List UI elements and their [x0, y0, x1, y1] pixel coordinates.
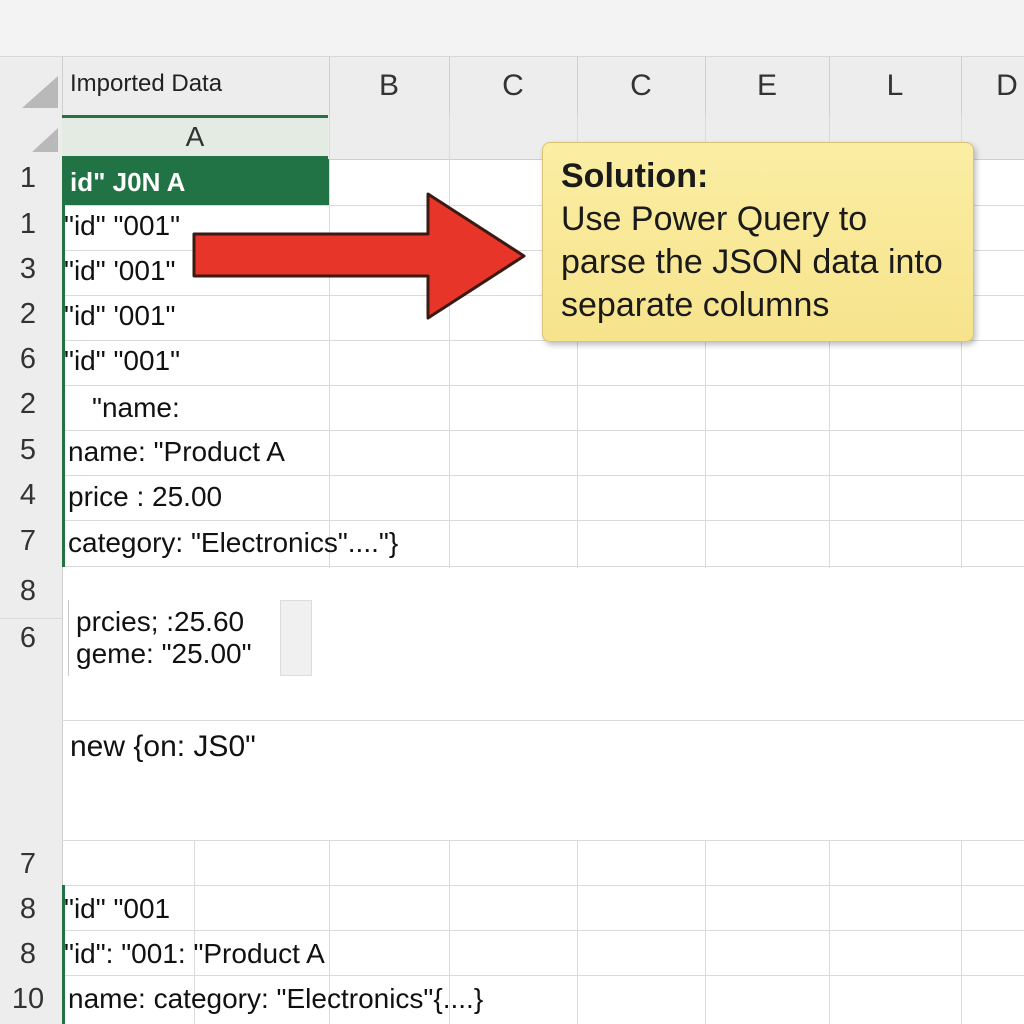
- grid-line: [62, 885, 1024, 886]
- grid-line: [62, 566, 1024, 567]
- column-header-e[interactable]: E: [706, 57, 828, 115]
- column-header-b[interactable]: B: [330, 57, 448, 115]
- grid-line: [68, 600, 69, 676]
- select-all-triangle-icon[interactable]: [22, 76, 58, 108]
- column-header-c[interactable]: C: [450, 57, 576, 115]
- row-number[interactable]: 5: [0, 434, 56, 467]
- row-number[interactable]: 8: [0, 893, 56, 926]
- row-number[interactable]: 1: [0, 208, 56, 241]
- arrow-right-icon: [192, 192, 526, 320]
- cell-a[interactable]: name: category: "Electronics"{....}: [68, 983, 483, 1015]
- cell-a[interactable]: "id" '001": [64, 255, 175, 287]
- new-json-cell[interactable]: new {on: JS0": [70, 730, 256, 764]
- row-number[interactable]: 7: [0, 525, 56, 558]
- row-number[interactable]: 3: [0, 253, 56, 286]
- select-all-triangle-icon[interactable]: [32, 128, 58, 152]
- callout-title: Solution:: [561, 157, 709, 195]
- row-number[interactable]: 1: [0, 162, 56, 195]
- row-number[interactable]: 8: [0, 575, 56, 608]
- grid-line: [62, 975, 1024, 976]
- row-number[interactable]: 6: [0, 622, 56, 655]
- callout-body: Use Power Query to parse the JSON data i…: [561, 200, 943, 324]
- grid-line: [62, 475, 1024, 476]
- grid-line: [62, 840, 1024, 841]
- cell-a[interactable]: "id" '001": [64, 300, 175, 332]
- row-number[interactable]: 4: [0, 479, 56, 512]
- cell-a[interactable]: "id": "001: "Product A: [64, 938, 325, 970]
- cell-a[interactable]: "name:: [92, 392, 180, 424]
- solution-callout: Solution: Use Power Query to parse the J…: [542, 142, 974, 342]
- sample-line-name[interactable]: geme: "25.00": [76, 638, 252, 670]
- sample-cell-group[interactable]: prcies; :25.60 geme: "25.00": [68, 600, 312, 676]
- grid-line: [577, 840, 578, 1024]
- row-number[interactable]: 6: [0, 343, 56, 376]
- grid-line: [62, 520, 1024, 521]
- grid-line: [449, 115, 450, 568]
- row-number[interactable]: 2: [0, 388, 56, 421]
- cell-a[interactable]: "id" "001": [64, 210, 180, 242]
- cell-a[interactable]: name: "Product A: [68, 436, 285, 468]
- imported-data-label: Imported Data: [70, 70, 223, 97]
- sample-line-price[interactable]: prcies; :25.60: [76, 606, 244, 638]
- column-header-l[interactable]: L: [830, 57, 960, 115]
- ribbon-bar: [0, 0, 1024, 57]
- column-header-c2[interactable]: C: [578, 57, 704, 115]
- column-header-a[interactable]: A: [62, 115, 328, 159]
- grid-line: [62, 720, 1024, 721]
- sample-cell-side: [280, 600, 312, 676]
- grid-line: [62, 430, 1024, 431]
- grid-line: [961, 840, 962, 1024]
- row-number[interactable]: 7: [0, 848, 56, 881]
- cell-a[interactable]: "id" "001: [64, 893, 170, 925]
- grid-line: [62, 385, 1024, 386]
- row-number[interactable]: 10: [0, 983, 56, 1016]
- row-number[interactable]: 2: [0, 298, 56, 331]
- grid-line: [0, 618, 62, 619]
- grid-line: [829, 840, 830, 1024]
- grid-line: [329, 115, 330, 568]
- grid-line: [62, 930, 1024, 931]
- column-header-d[interactable]: D: [962, 57, 1024, 115]
- column-separator: [62, 57, 63, 115]
- cell-a[interactable]: price : 25.00: [68, 481, 222, 513]
- grid-line: [705, 840, 706, 1024]
- cell-a[interactable]: category: "Electronics"...."}: [68, 527, 398, 559]
- row-number[interactable]: 8: [0, 938, 56, 971]
- cell-a[interactable]: "id" "001": [64, 345, 180, 377]
